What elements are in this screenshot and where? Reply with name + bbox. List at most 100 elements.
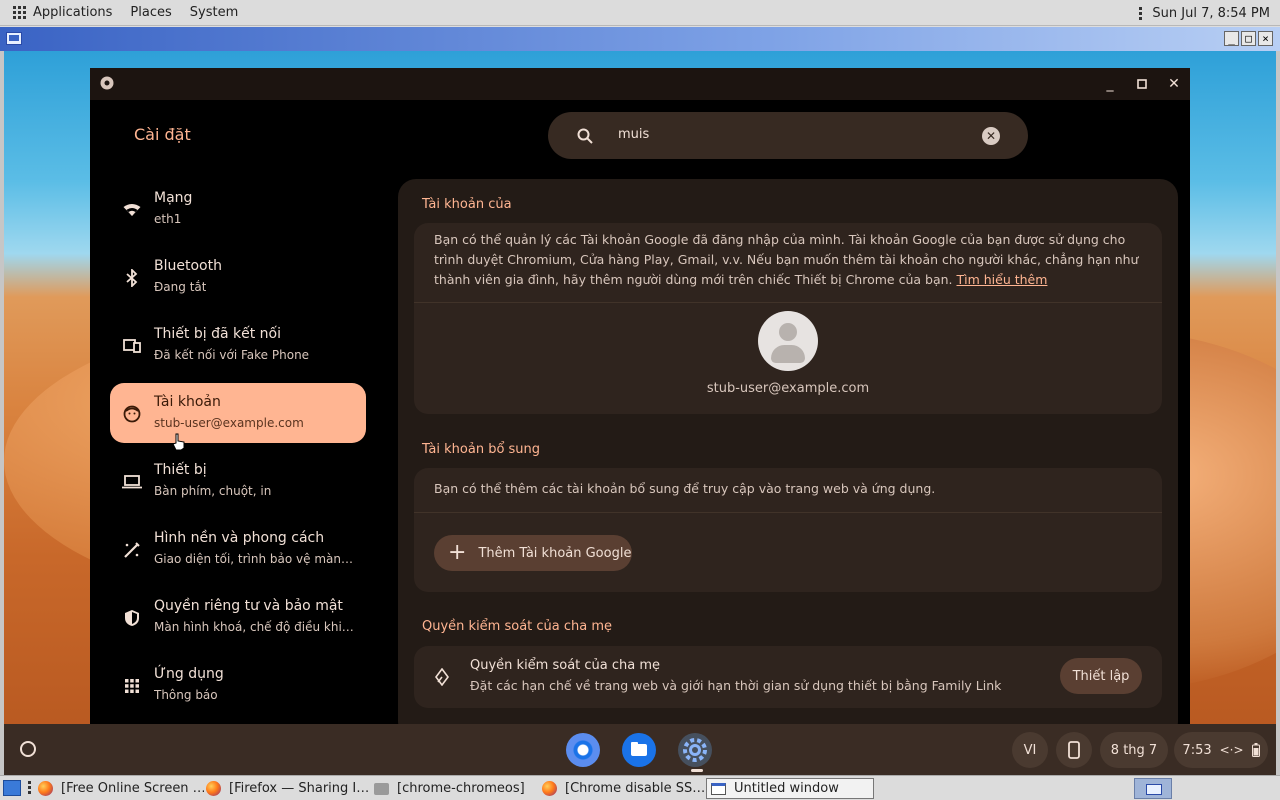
- taskbar-handle-icon: [28, 781, 31, 794]
- divider: [414, 302, 1162, 303]
- sidebar-item-label: Thiết bị: [154, 462, 207, 478]
- panel-kebab-icon[interactable]: [1139, 6, 1143, 20]
- search-input[interactable]: muis: [618, 127, 649, 142]
- host-clock[interactable]: Sun Jul 7, 8:54 PM: [1152, 6, 1270, 21]
- additional-description: Bạn có thể thêm các tài khoản bổ sung để…: [434, 481, 936, 496]
- vm-titlebar: _ □ ×: [0, 27, 1280, 51]
- chromeos-shelf: VI 8 thg 7 7:53 <·>: [4, 724, 1276, 775]
- workspace-switcher[interactable]: [1134, 778, 1172, 799]
- taskbar-item-label: [chrome-chromeos]: [397, 781, 525, 796]
- add-google-account-label: Thêm Tài khoản Google: [478, 545, 632, 561]
- additional-accounts-card: Bạn có thể thêm các tài khoản bổ sung để…: [414, 468, 1162, 592]
- sidebar-item-sublabel: Đang tắt: [154, 280, 207, 294]
- taskbar-item-label: [Chrome disable SS…: [565, 781, 704, 796]
- settings-shelf-icon[interactable]: [678, 733, 712, 767]
- taskbar-item[interactable]: [Firefox — Sharing I…: [206, 778, 370, 799]
- host-top-panel: Applications Places System Sun Jul 7, 8:…: [0, 0, 1280, 26]
- maximize-icon: [1137, 79, 1147, 89]
- add-google-account-button[interactable]: + Thêm Tài khoản Google: [434, 535, 632, 571]
- clear-search-icon[interactable]: ✕: [982, 127, 1000, 145]
- accounts-card: Bạn có thể quản lý các Tài khoản Google …: [414, 223, 1162, 414]
- sidebar-item-connected-devices[interactable]: Thiết bị đã kết nối Đã kết nối với Fake …: [110, 315, 366, 375]
- sidebar-item-accounts[interactable]: Tài khoản stub-user@example.com: [110, 383, 366, 451]
- date-tray[interactable]: 8 thg 7: [1100, 732, 1168, 768]
- search-icon: [577, 128, 593, 144]
- chromeos-desktop: _ ✕ Cài đặt muis ✕ Mạng eth1 Bluetooth Đ…: [4, 51, 1276, 775]
- search-box[interactable]: muis ✕: [548, 112, 1028, 159]
- avatar: [758, 311, 818, 371]
- sidebar-item-apps[interactable]: Ứng dụng Thông báo: [110, 655, 366, 715]
- active-app-indicator: [691, 769, 703, 772]
- page-title: Cài đặt: [134, 125, 191, 144]
- settings-window: _ ✕ Cài đặt muis ✕ Mạng eth1 Bluetooth Đ…: [90, 68, 1190, 724]
- account-email: stub-user@example.com: [706, 381, 870, 396]
- bluetooth-icon: [122, 268, 142, 288]
- sidebar-item-bluetooth[interactable]: Bluetooth Đang tắt: [110, 247, 366, 307]
- window-icon: [711, 782, 726, 795]
- account-icon: [122, 404, 142, 424]
- settings-sidebar: Mạng eth1 Bluetooth Đang tắt Thiết bị đã…: [90, 179, 390, 724]
- parental-controls-card[interactable]: Quyền kiểm soát của cha mẹ Đặt các hạn c…: [414, 646, 1162, 708]
- sidebar-item-personalization[interactable]: Hình nền và phong cách Giao diện tối, tr…: [110, 519, 366, 579]
- menu-applications[interactable]: Applications: [33, 5, 112, 20]
- wifi-icon: [122, 200, 142, 220]
- additional-section-title: Tài khoản bổ sung: [422, 442, 541, 457]
- firefox-icon: [38, 781, 53, 796]
- settings-app-icon: [100, 76, 114, 90]
- divider: [414, 512, 1162, 513]
- settings-header: Cài đặt muis ✕: [90, 100, 1190, 179]
- shelf-clock: 7:53: [1182, 742, 1212, 758]
- sidebar-item-label: Ứng dụng: [154, 666, 224, 682]
- sidebar-item-label: Thiết bị đã kết nối: [154, 326, 281, 342]
- minimize-button[interactable]: _: [1100, 74, 1120, 94]
- vm-border-right: [1276, 51, 1280, 775]
- sidebar-item-network[interactable]: Mạng eth1: [110, 179, 366, 239]
- close-button[interactable]: ✕: [1164, 74, 1184, 94]
- launcher-button[interactable]: [20, 741, 36, 757]
- mouse-cursor-icon: [172, 433, 185, 451]
- files-app-icon[interactable]: [622, 733, 656, 767]
- show-desktop-icon[interactable]: [3, 780, 21, 796]
- sidebar-item-label: Tài khoản: [154, 394, 221, 410]
- settings-titlebar: _ ✕: [90, 68, 1190, 100]
- taskbar-item[interactable]: [chrome-chromeos]: [374, 778, 538, 799]
- parental-controls-description: Đặt các hạn chế về trang web và giới hạn…: [470, 678, 1002, 693]
- phone-icon: [1068, 741, 1080, 759]
- sidebar-item-device[interactable]: Thiết bị Bàn phím, chuột, in: [110, 451, 366, 511]
- battery-icon: [1251, 743, 1260, 757]
- maximize-button[interactable]: [1132, 74, 1152, 94]
- shield-icon: [122, 608, 142, 628]
- ime-indicator[interactable]: VI: [1012, 732, 1048, 768]
- vm-close-button[interactable]: ×: [1258, 31, 1273, 46]
- learn-more-link[interactable]: Tìm hiểu thêm: [956, 272, 1047, 287]
- laptop-icon: [122, 472, 142, 492]
- sidebar-item-label: Quyền riêng tư và bảo mật: [154, 598, 343, 614]
- vm-maximize-button[interactable]: □: [1241, 31, 1256, 46]
- firefox-icon: [542, 781, 557, 796]
- sidebar-item-sublabel: Bàn phím, chuột, in: [154, 484, 272, 498]
- sidebar-item-sublabel: Thông báo: [154, 688, 218, 702]
- taskbar-item[interactable]: [Free Online Screen …: [38, 778, 204, 799]
- chromium-browser-icon[interactable]: [566, 733, 600, 767]
- apps-grid-icon: [122, 676, 142, 696]
- sidebar-item-sublabel: stub-user@example.com: [154, 416, 304, 430]
- setup-button[interactable]: Thiết lập: [1060, 658, 1142, 694]
- taskbar-item-active[interactable]: Untitled window: [706, 778, 874, 799]
- plus-icon: +: [448, 540, 467, 565]
- accounts-description: Bạn có thể quản lý các Tài khoản Google …: [434, 230, 1142, 290]
- settings-main-panel[interactable]: Tài khoản của Bạn có thể quản lý các Tài…: [398, 179, 1178, 724]
- phone-hub-button[interactable]: [1056, 732, 1092, 768]
- vm-window-icon[interactable]: [6, 32, 22, 45]
- taskbar-item[interactable]: [Chrome disable SS…: [542, 778, 704, 799]
- apps-grid-icon[interactable]: [13, 5, 27, 20]
- menu-places[interactable]: Places: [130, 5, 171, 20]
- taskbar-item-label: [Firefox — Sharing I…: [229, 781, 370, 796]
- sidebar-item-label: Bluetooth: [154, 258, 222, 274]
- sidebar-item-label: Mạng: [154, 190, 193, 206]
- menu-system[interactable]: System: [190, 5, 238, 20]
- sidebar-item-sublabel: eth1: [154, 212, 182, 226]
- sidebar-item-privacy[interactable]: Quyền riêng tư và bảo mật Màn hình khoá,…: [110, 587, 366, 647]
- parental-section-title: Quyền kiểm soát của cha mẹ: [422, 619, 613, 634]
- vm-minimize-button[interactable]: _: [1224, 31, 1239, 46]
- status-tray[interactable]: 7:53 <·>: [1174, 732, 1268, 768]
